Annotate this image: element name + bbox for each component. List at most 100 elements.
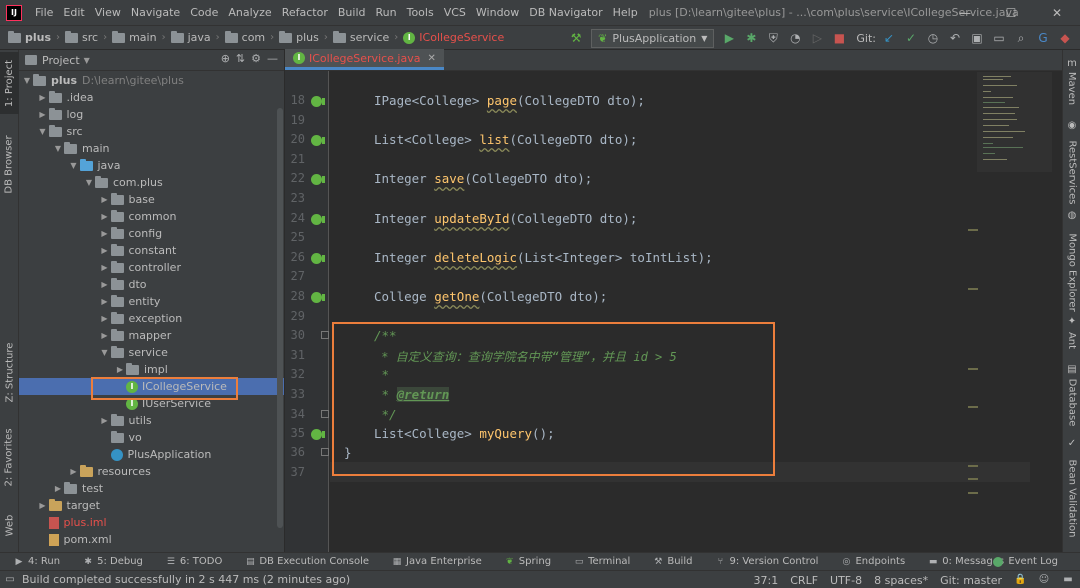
fold-icon[interactable] xyxy=(321,331,329,339)
tab-ant[interactable]: Ant xyxy=(1063,326,1080,354)
hide-icon[interactable]: — xyxy=(267,52,278,65)
tree-item[interactable]: PlusApplication xyxy=(19,446,284,463)
collapse-arrow-icon[interactable]: ▶ xyxy=(99,314,111,323)
caret-position[interactable]: 37:1 xyxy=(754,574,779,587)
breadcrumb-plus[interactable]: plus xyxy=(6,30,53,44)
tab-mongo-explorer[interactable]: Mongo Explorer xyxy=(1063,222,1080,322)
tree-item[interactable]: ▶ common xyxy=(19,208,284,225)
tree-item[interactable]: ▼ plus D:\learn\gitee\plus xyxy=(19,72,284,89)
breadcrumb-service[interactable]: service xyxy=(331,30,391,44)
translate-icon[interactable]: G xyxy=(1032,27,1054,49)
tab-endpoints[interactable]: ◎ Endpoints xyxy=(827,556,914,567)
search-icon[interactable]: ⌕ xyxy=(1010,27,1032,49)
layout-icon[interactable]: ▭ xyxy=(4,574,16,586)
tab-db-browser[interactable]: DB Browser xyxy=(0,124,19,204)
gear-icon[interactable]: ⚙ xyxy=(251,52,261,65)
tree-item[interactable]: ▶ config xyxy=(19,225,284,242)
maximize-icon[interactable]: ☐ xyxy=(988,0,1034,25)
tree-item[interactable]: I IUserService xyxy=(19,395,284,412)
tab-maven[interactable]: Maven xyxy=(1063,68,1080,108)
tab-rest-services[interactable]: RestServices xyxy=(1063,132,1080,212)
file-encoding[interactable]: UTF-8 xyxy=(830,574,862,587)
collapse-arrow-icon[interactable]: ▶ xyxy=(99,280,111,289)
plugin-icon[interactable]: ◆ xyxy=(1054,27,1076,49)
breadcrumb-java[interactable]: java xyxy=(169,30,213,44)
indent-setting[interactable]: 8 spaces* xyxy=(874,574,928,587)
tab-java-enterprise[interactable]: ▦ Java Enterprise xyxy=(378,556,491,567)
collapse-arrow-icon[interactable]: ▶ xyxy=(37,110,49,119)
breadcrumb-icollegeservice[interactable]: I ICollegeService xyxy=(401,31,506,44)
menu-code[interactable]: Code xyxy=(185,0,223,25)
breadcrumb-src[interactable]: src xyxy=(63,30,100,44)
resume-icon[interactable]: ▷ xyxy=(806,27,828,49)
tab-icollegeservice-java[interactable]: I ICollegeService.java ✕ xyxy=(285,49,444,70)
tree-item[interactable]: ▶ mapper xyxy=(19,327,284,344)
code-minimap[interactable] xyxy=(977,72,1052,172)
tree-item[interactable]: ▼ service xyxy=(19,344,284,361)
collapse-arrow-icon[interactable]: ▶ xyxy=(52,484,64,493)
menu-help[interactable]: Help xyxy=(608,0,643,25)
implemented-method-icon[interactable] xyxy=(311,292,325,303)
collapse-arrow-icon[interactable]: ▶ xyxy=(99,263,111,272)
tab-debug[interactable]: ✱ 5: Debug xyxy=(69,556,152,567)
breadcrumb-main[interactable]: main xyxy=(110,30,158,44)
tree-item[interactable]: ▶ .idea xyxy=(19,89,284,106)
expand-arrow-icon[interactable]: ▼ xyxy=(37,127,49,136)
menu-db-navigator[interactable]: DB Navigator xyxy=(524,0,607,25)
project-structure-icon[interactable]: ▣ xyxy=(966,27,988,49)
profile-icon[interactable]: ◔ xyxy=(784,27,806,49)
expand-arrow-icon[interactable]: ▼ xyxy=(99,348,111,357)
collapse-arrow-icon[interactable]: ▶ xyxy=(99,246,111,255)
tree-item[interactable]: ▶ utils xyxy=(19,412,284,429)
menu-build[interactable]: Build xyxy=(333,0,371,25)
menu-navigate[interactable]: Navigate xyxy=(126,0,185,25)
coverage-icon[interactable]: ⛨ xyxy=(762,27,784,49)
tree-item[interactable]: ▶ log xyxy=(19,106,284,123)
expand-arrow-icon[interactable]: ▼ xyxy=(52,144,64,153)
collapse-arrow-icon[interactable]: ▶ xyxy=(99,416,111,425)
run-configuration-select[interactable]: ❦ PlusApplication ▼ xyxy=(591,28,715,48)
fold-icon[interactable] xyxy=(321,410,329,418)
project-title[interactable]: Project xyxy=(42,54,80,67)
collapse-arrow-icon[interactable]: ▶ xyxy=(114,365,126,374)
menu-run[interactable]: Run xyxy=(371,0,402,25)
inspector-icon[interactable]: ☺ xyxy=(1038,574,1050,586)
tree-item[interactable]: ▶ test xyxy=(19,480,284,497)
close-icon[interactable]: ✕ xyxy=(1034,0,1080,25)
tree-item[interactable]: plus.iml xyxy=(19,514,284,531)
expand-arrow-icon[interactable]: ▼ xyxy=(83,178,95,187)
implemented-method-icon[interactable] xyxy=(311,429,325,440)
menu-refactor[interactable]: Refactor xyxy=(277,0,333,25)
menu-tools[interactable]: Tools xyxy=(402,0,439,25)
locate-icon[interactable]: ⊕ xyxy=(221,52,230,65)
tree-item[interactable]: ▶ impl xyxy=(19,361,284,378)
minimize-icon[interactable]: — xyxy=(942,0,988,25)
close-icon[interactable]: ✕ xyxy=(427,53,435,64)
tab-web[interactable]: Web xyxy=(0,505,19,545)
chevron-down-icon[interactable]: ▼ xyxy=(84,56,90,65)
git-update-icon[interactable]: ↙ xyxy=(878,27,900,49)
line-separator[interactable]: CRLF xyxy=(790,574,818,587)
lock-icon[interactable]: 🔒 xyxy=(1014,574,1026,586)
fold-icon[interactable] xyxy=(321,448,329,456)
tree-item[interactable]: ▶ controller xyxy=(19,259,284,276)
tab-todo[interactable]: ☰ 6: TODO xyxy=(152,556,231,567)
tree-item[interactable]: ▶ entity xyxy=(19,293,284,310)
implemented-method-icon[interactable] xyxy=(311,135,325,146)
collapse-arrow-icon[interactable]: ▶ xyxy=(68,467,80,476)
hammer-icon[interactable]: ⚒ xyxy=(565,27,587,49)
collapse-arrow-icon[interactable]: ▶ xyxy=(37,93,49,102)
tab-favorites[interactable]: 2: Favorites xyxy=(0,420,19,495)
tab-terminal[interactable]: ▭ Terminal xyxy=(560,556,639,567)
menu-analyze[interactable]: Analyze xyxy=(223,0,276,25)
collapse-arrow-icon[interactable]: ▶ xyxy=(99,212,111,221)
tree-scrollbar[interactable] xyxy=(277,108,283,528)
status-message[interactable]: Build completed successfully in 2 s 447 … xyxy=(22,573,350,586)
collapse-arrow-icon[interactable]: ▶ xyxy=(99,229,111,238)
tab-version-control[interactable]: ⑂ 9: Version Control xyxy=(701,556,827,567)
implemented-method-icon[interactable] xyxy=(311,214,325,225)
tab-structure[interactable]: Z: Structure xyxy=(0,335,19,410)
menu-view[interactable]: View xyxy=(90,0,126,25)
collapse-arrow-icon[interactable]: ▶ xyxy=(37,501,49,510)
collapse-arrow-icon[interactable]: ▶ xyxy=(99,297,111,306)
